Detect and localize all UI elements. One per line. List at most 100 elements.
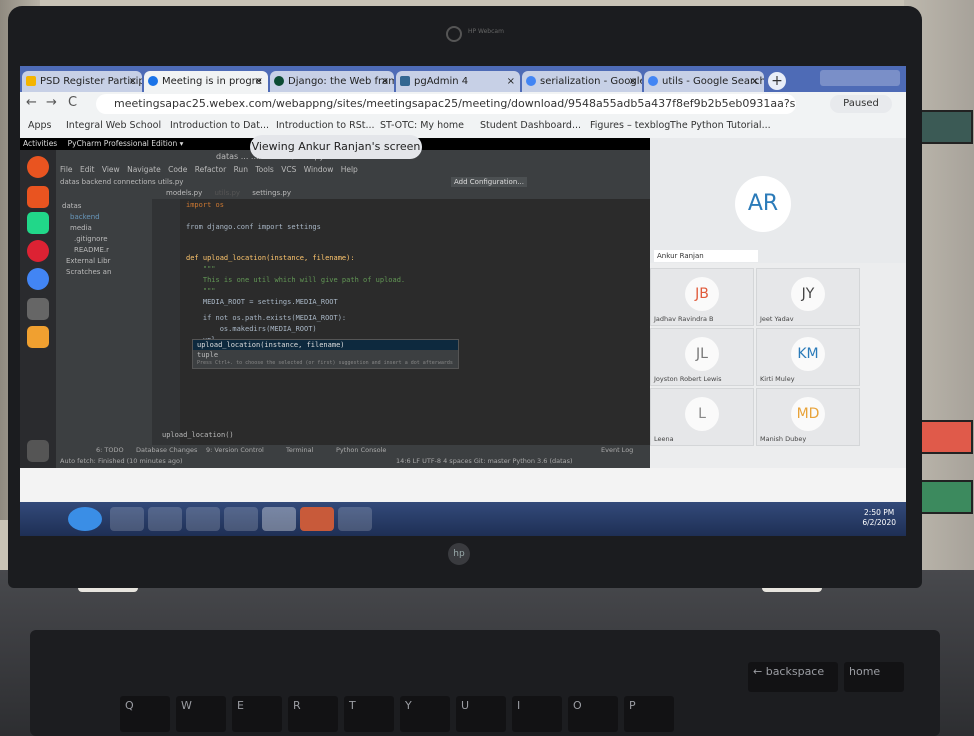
- explorer-icon[interactable]: [186, 507, 220, 531]
- close-icon[interactable]: ×: [255, 71, 263, 92]
- breadcrumb[interactable]: datas backend connections utils.py: [60, 178, 183, 186]
- menu-tools[interactable]: Tools: [255, 165, 273, 174]
- app-menu[interactable]: PyCharm Professional Edition ▾: [68, 139, 184, 148]
- key-home[interactable]: home: [844, 662, 904, 692]
- key-r[interactable]: R: [288, 696, 338, 732]
- reload-icon[interactable]: C: [68, 95, 77, 110]
- tab-settings-py[interactable]: settings.py: [252, 189, 291, 197]
- code-editor[interactable]: import os from django.conf import settin…: [152, 199, 650, 445]
- window-controls[interactable]: [820, 70, 900, 86]
- bookmark-item[interactable]: Student Dashboard...: [480, 120, 581, 131]
- app-icon[interactable]: [27, 298, 49, 320]
- menu-refactor[interactable]: Refactor: [195, 165, 226, 174]
- key-u[interactable]: U: [456, 696, 506, 732]
- tab-pgadmin[interactable]: pgAdmin 4 ×: [396, 71, 520, 92]
- pycharm-icon[interactable]: [27, 212, 49, 234]
- key-backspace[interactable]: ← backspace: [748, 662, 838, 692]
- menu-run[interactable]: Run: [234, 165, 248, 174]
- status-db-changes[interactable]: Database Changes: [136, 446, 197, 454]
- tab-django[interactable]: Django: the Web frame ×: [270, 71, 394, 92]
- menu-help[interactable]: Help: [341, 165, 358, 174]
- tree-item[interactable]: datas: [62, 202, 81, 210]
- show-apps-icon[interactable]: [27, 440, 49, 462]
- participant-tile[interactable]: JY Jeet Yadav: [756, 268, 860, 326]
- close-icon[interactable]: ×: [629, 71, 637, 92]
- start-button-icon[interactable]: [68, 507, 102, 531]
- back-icon[interactable]: ←: [26, 95, 37, 110]
- key-p[interactable]: P: [624, 696, 674, 732]
- activities-label[interactable]: Activities: [23, 139, 57, 148]
- key-y[interactable]: Y: [400, 696, 450, 732]
- key-w[interactable]: W: [176, 696, 226, 732]
- address-bar[interactable]: meetingsapac25.webex.com/webappng/sites/…: [96, 94, 796, 114]
- add-configuration-button[interactable]: Add Configuration...: [451, 177, 527, 187]
- tree-item[interactable]: External Libr: [66, 257, 110, 265]
- key-i[interactable]: I: [512, 696, 562, 732]
- chrome-icon[interactable]: [262, 507, 296, 531]
- menu-file[interactable]: File: [60, 165, 73, 174]
- bookmark-item[interactable]: ST-OTC: My home: [380, 120, 464, 131]
- chrome-icon[interactable]: [27, 268, 49, 290]
- participant-tile[interactable]: L Leena: [650, 388, 754, 446]
- taskbar-clock[interactable]: 2:50 PM 6/2/2020: [862, 508, 896, 528]
- bookmark-item[interactable]: Figures – texblog: [590, 120, 670, 131]
- key-o[interactable]: O: [568, 696, 618, 732]
- menu-navigate[interactable]: Navigate: [127, 165, 161, 174]
- key-e[interactable]: E: [232, 696, 282, 732]
- menu-vcs[interactable]: VCS: [281, 165, 296, 174]
- tree-item[interactable]: media: [70, 224, 92, 232]
- status-vcs[interactable]: 9: Version Control: [206, 446, 264, 454]
- status-terminal[interactable]: Terminal: [286, 446, 313, 454]
- avatar: JL: [685, 337, 719, 371]
- key-t[interactable]: T: [344, 696, 394, 732]
- bookmark-item[interactable]: Integral Web School: [66, 120, 161, 131]
- media-icon[interactable]: [224, 507, 258, 531]
- tab-utils-py[interactable]: utils.py: [215, 189, 241, 197]
- firefox-icon[interactable]: [27, 240, 49, 262]
- avatar: MD: [791, 397, 825, 431]
- tree-item[interactable]: backend: [70, 213, 100, 221]
- participant-tile[interactable]: JL Joyston Robert Lewis: [650, 328, 754, 386]
- key-q[interactable]: Q: [120, 696, 170, 732]
- menu-view[interactable]: View: [102, 165, 120, 174]
- tab-webex-meeting[interactable]: Meeting is in progre ×: [144, 71, 268, 92]
- menu-code[interactable]: Code: [168, 165, 187, 174]
- tab-psd[interactable]: PSD Register Participant×: [22, 71, 142, 92]
- ie-icon[interactable]: [110, 507, 144, 531]
- close-icon[interactable]: ×: [129, 71, 137, 92]
- firefox-icon[interactable]: [148, 507, 182, 531]
- autocomplete-item[interactable]: upload_location(instance, filename): [193, 340, 458, 350]
- participant-tile[interactable]: KM Kirti Muley: [756, 328, 860, 386]
- tree-item[interactable]: .gitignore: [74, 235, 108, 243]
- tab-utils[interactable]: utils - Google Search ×: [644, 71, 764, 92]
- tab-models-py[interactable]: models.py: [166, 189, 202, 197]
- autocomplete-item[interactable]: tuple: [193, 350, 458, 360]
- profile-paused-button[interactable]: Paused: [830, 95, 892, 113]
- menu-edit[interactable]: Edit: [80, 165, 95, 174]
- participant-tile[interactable]: MD Manish Dubey: [756, 388, 860, 446]
- app-icon[interactable]: [338, 507, 372, 531]
- forward-icon[interactable]: →: [46, 95, 57, 110]
- browser-tab-bar: PSD Register Participant× Meeting is in …: [20, 66, 906, 92]
- bookmark-apps[interactable]: Apps: [28, 120, 52, 131]
- participant-tile[interactable]: JB Jadhav Ravindra B: [650, 268, 754, 326]
- tree-item[interactable]: Scratches an: [66, 268, 111, 276]
- app-icon[interactable]: [27, 326, 49, 348]
- status-python-console[interactable]: Python Console: [336, 446, 386, 454]
- menu-window[interactable]: Window: [304, 165, 334, 174]
- code-line: if not os.path.exists(MEDIA_ROOT):: [186, 314, 347, 322]
- ubuntu-icon[interactable]: [27, 156, 49, 178]
- status-event-log[interactable]: Event Log: [601, 446, 633, 454]
- files-icon[interactable]: [27, 186, 49, 208]
- powerpoint-icon[interactable]: [300, 507, 334, 531]
- bookmark-item[interactable]: Introduction to RSt...: [276, 120, 375, 131]
- tree-item[interactable]: README.r: [74, 246, 109, 254]
- close-icon[interactable]: ×: [507, 71, 515, 92]
- new-tab-button[interactable]: +: [768, 72, 786, 90]
- status-todo[interactable]: 6: TODO: [96, 446, 124, 454]
- bookmark-item[interactable]: The Python Tutorial...: [670, 120, 771, 131]
- close-icon[interactable]: ×: [751, 71, 759, 92]
- bookmark-item[interactable]: Introduction to Dat...: [170, 120, 269, 131]
- tab-serialization[interactable]: serialization - Google S×: [522, 71, 642, 92]
- close-icon[interactable]: ×: [381, 71, 389, 92]
